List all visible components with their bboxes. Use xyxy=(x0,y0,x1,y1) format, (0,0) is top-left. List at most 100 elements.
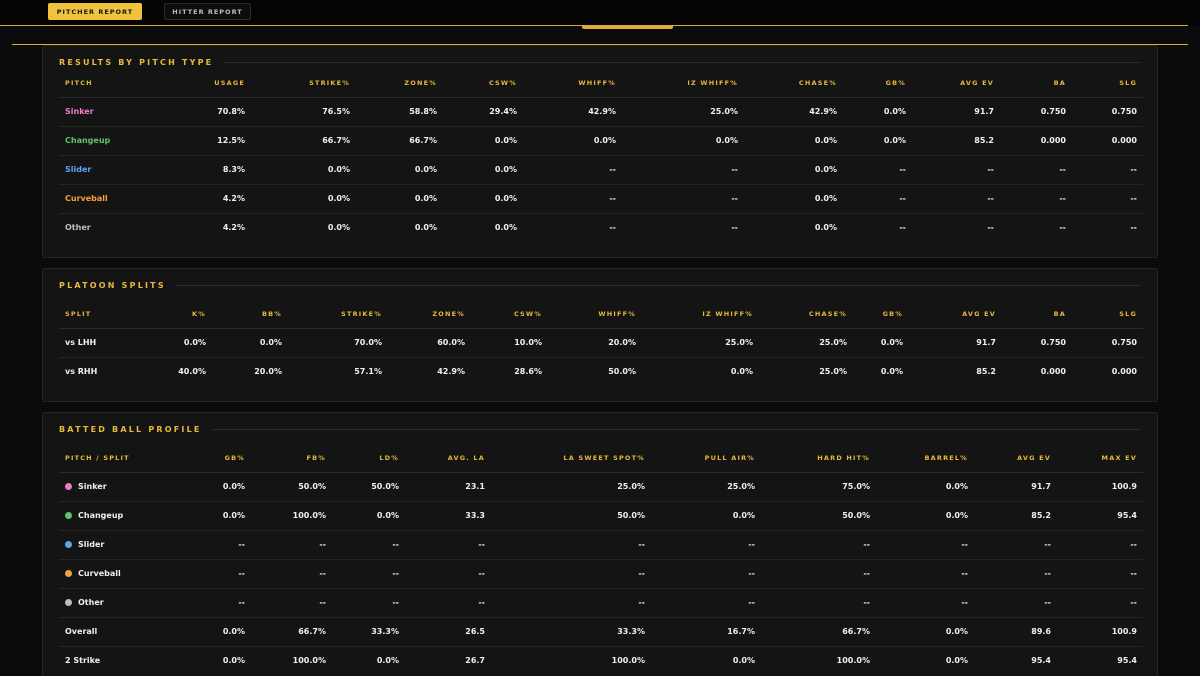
column-header: AVG EV xyxy=(909,301,1002,329)
table-cell: -- xyxy=(405,530,491,560)
table-cell: -- xyxy=(251,588,332,618)
table-cell: 40.0% xyxy=(178,367,206,377)
results-by-pitch-title: RESULTS BY PITCH TYPE xyxy=(59,57,214,67)
table-cell: 85.2 xyxy=(974,501,1057,531)
table-cell: 42.9% xyxy=(744,97,843,127)
table-cell: 20.0% xyxy=(254,367,282,377)
table-cell: 0.0% xyxy=(730,367,753,377)
table-cell: 16.7% xyxy=(651,617,761,647)
column-header: ZONE% xyxy=(388,301,471,329)
table-cell: 0.000 xyxy=(1072,126,1143,156)
table-cell: -- xyxy=(974,588,1057,618)
table-row: Changeup 0.0% 100.0% 0.0% 33.3 50.0% 0.0% 50.0%… xyxy=(59,501,1143,531)
table-cell: 0.0% xyxy=(121,328,212,358)
table-cell: 0.0% xyxy=(327,223,350,233)
column-header: BA xyxy=(1000,70,1072,98)
tab-pitcher-report[interactable]: PITCHER REPORT xyxy=(48,3,142,20)
column-header: AVG EV xyxy=(974,445,1057,473)
table-cell: 100.9 xyxy=(1057,617,1143,647)
top-bar: PITCHER REPORT HITTER REPORT xyxy=(0,0,1200,26)
row-label-text: Slider xyxy=(78,540,105,549)
table-cell: 26.5 xyxy=(405,617,491,647)
table-cell: 0.750 xyxy=(1002,328,1072,358)
table-cell: -- xyxy=(1057,530,1143,560)
table-cell: 0.0% xyxy=(622,126,744,156)
table-cell: -- xyxy=(622,184,744,214)
table-cell: 0.0% xyxy=(356,155,443,185)
table-cell: 66.7% xyxy=(251,126,356,156)
column-header: HARD HIT% xyxy=(761,445,876,473)
table-row: Sinker 0.0% 50.0% 50.0% 23.1 25.0% 25.0% 75.0% 0… xyxy=(59,472,1143,502)
table-cell: 25.0% xyxy=(622,97,744,127)
row-label: vs LHH xyxy=(59,328,121,358)
table-cell: -- xyxy=(251,559,332,589)
row-label-text: Slider xyxy=(65,165,92,174)
table-cell: 57.1% xyxy=(354,367,382,377)
table-cell: 0.000 xyxy=(1111,367,1137,377)
table-cell: 70.0% xyxy=(288,328,388,358)
table-cell: 85.2 xyxy=(976,367,996,377)
row-label: 2 Strike xyxy=(59,646,174,675)
table-cell: 0.0% xyxy=(744,126,843,156)
tab-hitter-report[interactable]: HITTER REPORT xyxy=(164,3,251,20)
row-label: Changeup xyxy=(59,501,174,531)
table-cell: 0.0% xyxy=(744,184,843,214)
table-cell: -- xyxy=(174,530,251,560)
row-label: Sinker xyxy=(59,472,174,502)
table-cell: -- xyxy=(876,530,974,560)
column-header: SPLIT xyxy=(59,301,121,329)
platoon-splits-table: SPLIT K% BB% STRIKE% ZONE% CSW% WHIFF% IZ WHIFF… xyxy=(59,301,1143,386)
pitch-color-dot-icon xyxy=(65,512,72,519)
table-cell: 0.000 xyxy=(1000,126,1072,156)
column-header: ZONE% xyxy=(356,70,443,98)
table-cell: -- xyxy=(843,155,912,185)
table-cell: -- xyxy=(1072,184,1143,214)
table-cell: 33.3 xyxy=(405,501,491,531)
table-cell: 0.0% xyxy=(876,501,974,531)
column-header: PITCH / SPLIT xyxy=(59,445,174,473)
table-cell: 0.0% xyxy=(732,656,755,666)
table-cell: 33.3% xyxy=(332,617,405,647)
table-cell: 4.2% xyxy=(163,184,251,214)
row-label: Overall xyxy=(59,617,174,647)
table-cell: 66.7% xyxy=(761,617,876,647)
platoon-splits-panel: PLATOON SPLITS SPLIT K% BB% STRIKE% ZONE% CSW… xyxy=(42,268,1158,402)
table-cell: 91.7 xyxy=(974,472,1057,502)
table-row: Sinker 70.8% 76.5% 58.8% 29.4% 42.9% 25.0% 42.9… xyxy=(59,97,1143,127)
batted-ball-title: BATTED BALL PROFILE xyxy=(59,424,202,434)
table-cell: 0.0% xyxy=(251,155,356,185)
column-header: GB% xyxy=(843,70,912,98)
table-cell: -- xyxy=(1057,588,1143,618)
active-tab-indicator xyxy=(582,26,673,29)
table-cell: 100.0% xyxy=(836,656,870,666)
table-row: Changeup 12.5% 66.7% 66.7% 0.0% 0.0% 0.0% 0.0% 0… xyxy=(59,126,1143,156)
table-cell: 0.0% xyxy=(651,501,761,531)
table-cell: 0.750 xyxy=(1072,328,1143,358)
row-label-text: vs LHH xyxy=(65,338,97,347)
table-cell: -- xyxy=(405,559,491,589)
table-cell: 25.0% xyxy=(819,367,847,377)
column-header: STRIKE% xyxy=(288,301,388,329)
table-row: Slider -- -- -- -- -- -- -- -- -- -- xyxy=(59,530,1143,560)
table-cell: 58.8% xyxy=(356,97,443,127)
table-cell: 91.7 xyxy=(909,328,1002,358)
table-cell: 0.000 xyxy=(1040,367,1066,377)
table-cell: 23.1 xyxy=(405,472,491,502)
table-cell: -- xyxy=(332,588,405,618)
table-cell: -- xyxy=(761,559,876,589)
table-cell: -- xyxy=(174,588,251,618)
table-cell: 0.0% xyxy=(443,184,523,214)
table-cell: 0.0% xyxy=(414,223,437,233)
table-cell: -- xyxy=(491,530,651,560)
table-cell: 0.0% xyxy=(843,97,912,127)
column-header: CSW% xyxy=(471,301,548,329)
table-cell: 25.0% xyxy=(759,328,853,358)
table-row: vs LHH 0.0% 0.0% 70.0% 60.0% 10.0% 20.0% 25.0% 2… xyxy=(59,328,1143,358)
table-cell: -- xyxy=(974,559,1057,589)
column-header: AVG EV xyxy=(912,70,1000,98)
table-cell: 50.0% xyxy=(332,472,405,502)
row-label: Sinker xyxy=(59,97,163,127)
table-cell: -- xyxy=(651,588,761,618)
table-cell: 0.0% xyxy=(251,184,356,214)
column-header: CSW% xyxy=(443,70,523,98)
